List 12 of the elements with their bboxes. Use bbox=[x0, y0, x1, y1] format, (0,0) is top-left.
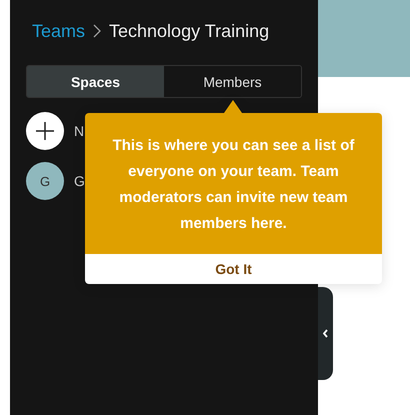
team-title: Technology Training bbox=[109, 20, 270, 42]
avatar: G bbox=[26, 162, 64, 200]
collapse-handle[interactable] bbox=[318, 287, 333, 380]
tooltip-message: This is where you can see a list of everyone on your team. Team moderators can invite new team members here. bbox=[112, 136, 356, 234]
chevron-left-icon bbox=[323, 329, 328, 338]
breadcrumb-link[interactable]: Teams bbox=[32, 20, 86, 42]
chevron-right-icon bbox=[93, 24, 102, 38]
plus-icon bbox=[36, 122, 54, 140]
add-button[interactable] bbox=[26, 112, 64, 150]
tab[interactable]: Spaces bbox=[27, 66, 164, 97]
list-item-label[interactable]: G bbox=[74, 173, 85, 189]
list-item-label[interactable]: N bbox=[74, 123, 84, 139]
